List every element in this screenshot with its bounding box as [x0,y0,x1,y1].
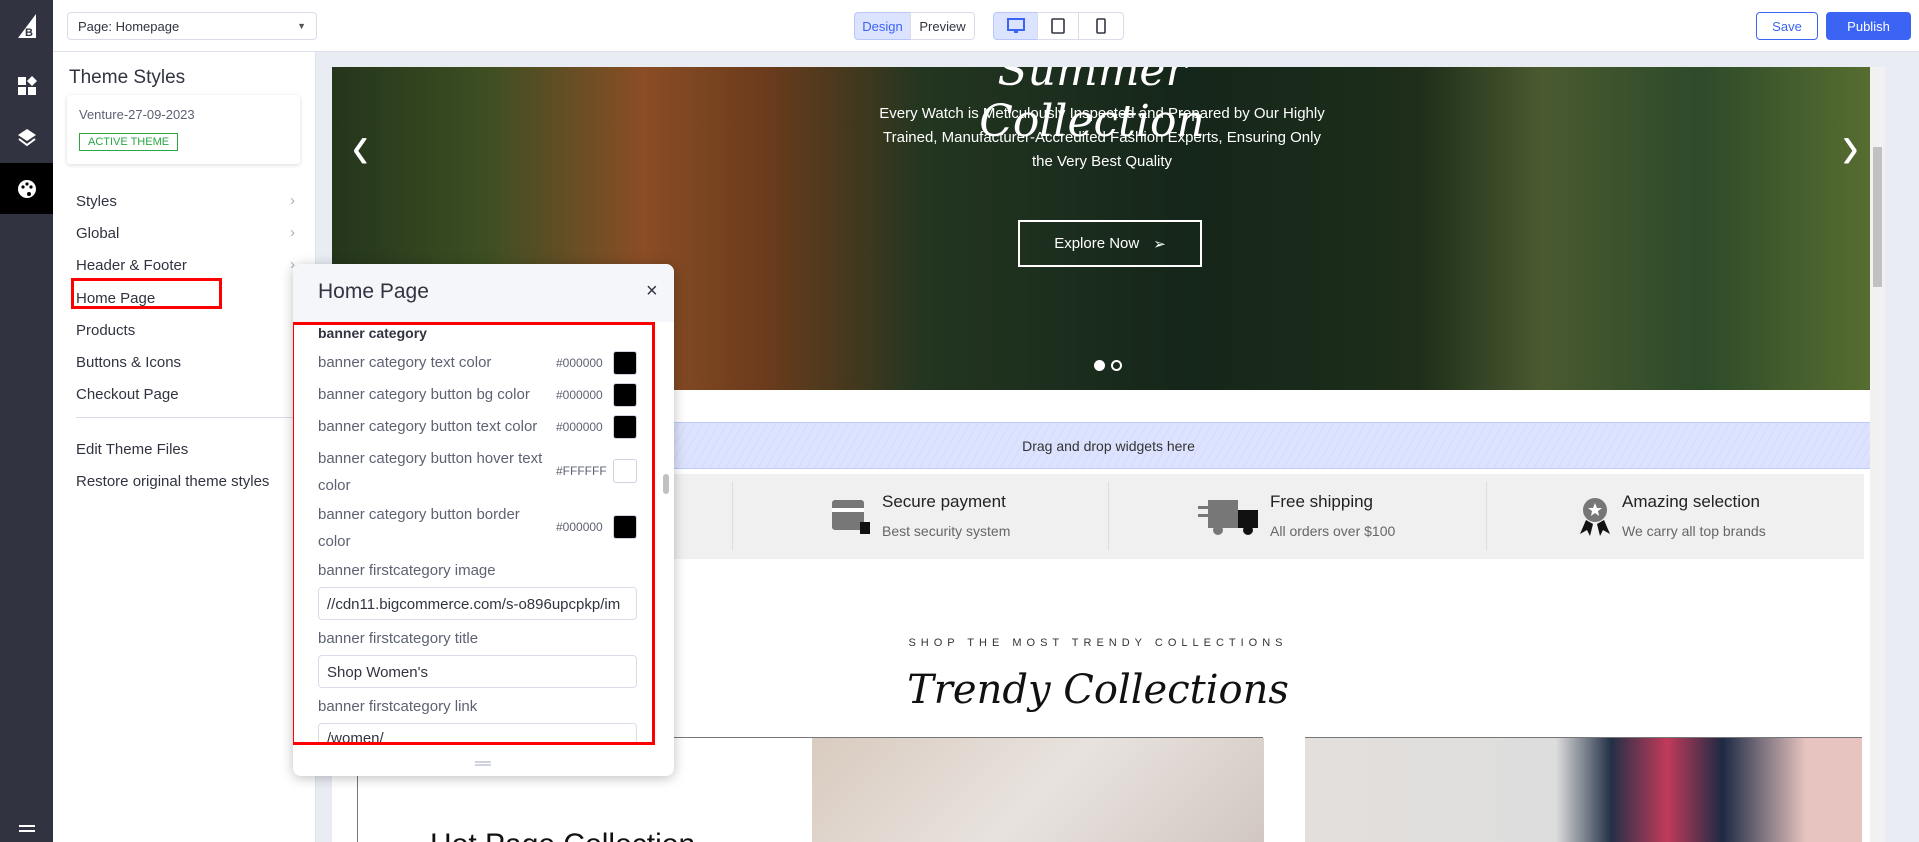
panel-title: Home Page [318,280,429,303]
theme-name: Venture-27-09-2023 [79,107,195,122]
caret-down-icon: ▼ [297,21,306,31]
feature-title: Amazing selection [1622,492,1760,511]
resize-handle[interactable] [475,761,491,766]
widgets-icon[interactable] [0,66,53,106]
edit-theme-files-link[interactable]: Edit Theme Files [76,441,188,458]
slider-dot-active[interactable] [1094,360,1105,371]
paper-plane-icon: ➢ [1153,235,1166,253]
bigcommerce-logo[interactable]: B [0,6,53,46]
hero-text: Every Watch is Meticulously Inspected an… [879,105,1325,170]
menu-icon[interactable] [0,820,53,840]
chevron-right-icon: › [290,192,295,209]
restore-theme-styles-link[interactable]: Restore original theme styles [76,473,269,490]
highlight-box [71,278,222,309]
sidebar-item-styles[interactable]: Styles [76,193,117,210]
preview-scrollbar[interactable] [1870,67,1885,842]
design-tab[interactable]: Design [854,12,911,40]
slider-next-arrow[interactable]: › [1842,108,1859,183]
active-theme-badge: ACTIVE THEME [79,133,179,151]
tablet-icon[interactable] [1037,12,1079,40]
preview-tab[interactable]: Preview [910,12,975,40]
sidebar-item-checkout-page[interactable]: Checkout Page [76,386,179,403]
desktop-icon[interactable] [993,12,1038,40]
credit-card-lock-icon [832,500,870,534]
collection-image [812,738,1264,842]
feature-subtitle: We carry all top brands [1622,523,1766,539]
sidebar-item-header-footer[interactable]: Header & Footer [76,257,187,274]
mobile-icon[interactable] [1078,12,1124,40]
chevron-right-icon: › [290,224,295,241]
page-select-value: Page: Homepage [78,18,180,34]
feature-free-shipping: Free shipping All orders over $100 [1198,474,1458,559]
save-button[interactable]: Save [1756,12,1818,40]
explore-now-button[interactable]: Explore Now ➢ [1018,220,1202,267]
explore-now-label: Explore Now [1054,235,1140,252]
feature-subtitle: Best security system [882,523,1011,539]
home-page-settings-panel: Home Page × banner category banner categ… [293,264,674,776]
sidebar-item-global[interactable]: Global [76,225,119,242]
layers-icon[interactable] [0,118,53,158]
page-select[interactable]: Page: Homepage ▼ [67,12,317,40]
divider [76,417,296,418]
sidebar-item-products[interactable]: Products [76,322,135,339]
close-icon[interactable]: × [646,280,658,303]
slider-dot[interactable] [1111,360,1122,371]
truck-icon [1198,500,1258,535]
award-icon [1580,498,1610,536]
collection-card-title: Hot Page Collection [430,828,695,842]
panel-header: Home Page × [293,264,674,322]
theme-styles-sidebar: Theme Styles Venture-27-09-2023 ACTIVE T… [53,52,316,842]
collection-card-2[interactable] [1305,737,1862,842]
slider-prev-arrow[interactable]: ‹ [352,108,369,183]
feature-secure-payment: Secure payment Best security system [832,474,1092,559]
feature-title: Secure payment [882,492,1006,511]
sidebar-item-buttons-icons[interactable]: Buttons & Icons [76,354,181,371]
highlight-box [293,322,655,745]
svg-text:B: B [25,27,33,38]
feature-subtitle: All orders over $100 [1270,523,1396,539]
palette-icon[interactable] [0,163,53,214]
top-bar: Page: Homepage ▼ Design Preview Save Pub… [53,0,1919,52]
sidebar-title: Theme Styles [69,67,186,88]
publish-button[interactable]: Publish [1826,12,1911,40]
left-rail: B [0,0,53,842]
feature-title: Free shipping [1270,492,1374,511]
active-theme-card: Venture-27-09-2023 ACTIVE THEME [67,95,300,164]
feature-amazing-selection: Amazing selection We carry all top brand… [1578,474,1838,559]
panel-scrollbar[interactable] [663,474,669,494]
